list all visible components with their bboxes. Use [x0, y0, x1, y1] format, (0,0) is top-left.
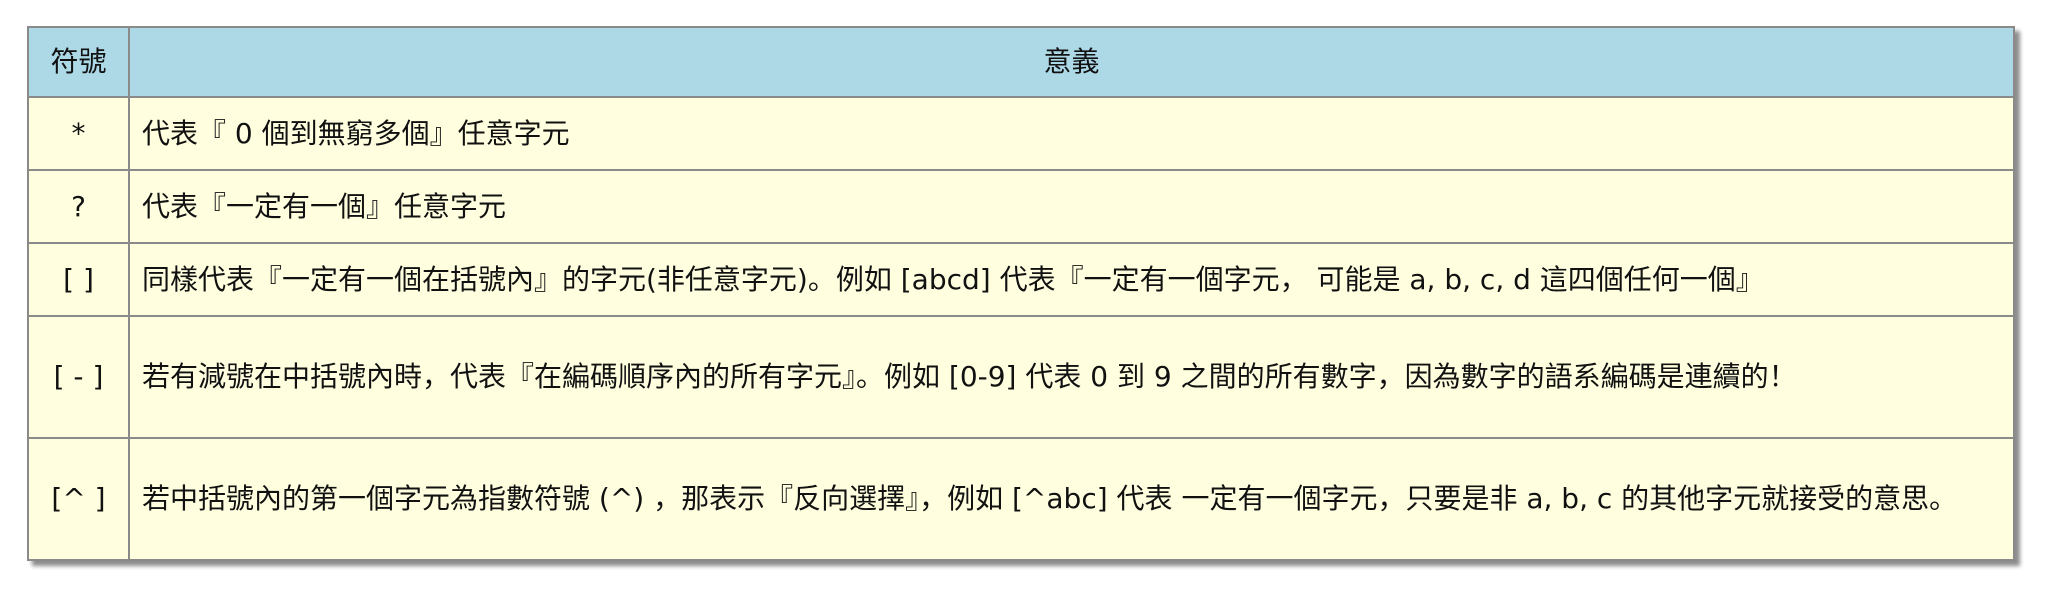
meaning-cell: 代表『 0 個到無窮多個』任意字元 [128, 96, 2015, 171]
symbol-cell: [^ ] [27, 437, 130, 561]
table-row: * 代表『 0 個到無窮多個』任意字元 [27, 96, 2015, 171]
header-meaning: 意義 [128, 26, 2015, 98]
meaning-cell: 同樣代表『一定有一個在括號內』的字元(非任意字元)。例如 [abcd] 代表『一… [128, 242, 2015, 317]
table-header-row: 符號 意義 [27, 26, 2015, 98]
header-symbol: 符號 [27, 26, 130, 98]
meaning-cell: 若中括號內的第一個字元為指數符號 (^) ，那表示『反向選擇』，例如 [^abc… [128, 437, 2015, 561]
meaning-cell: 若有減號在中括號內時，代表『在編碼順序內的所有字元』。例如 [0-9] 代表 0… [128, 315, 2015, 439]
wildcard-table: 符號 意義 * 代表『 0 個到無窮多個』任意字元 ? 代表『一定有一個』任意字… [27, 26, 2015, 561]
meaning-cell: 代表『一定有一個』任意字元 [128, 169, 2015, 244]
table-row: [ - ] 若有減號在中括號內時，代表『在編碼順序內的所有字元』。例如 [0-9… [27, 315, 2015, 439]
table-row: [^ ] 若中括號內的第一個字元為指數符號 (^) ，那表示『反向選擇』，例如 … [27, 437, 2015, 561]
symbol-cell: ? [27, 169, 130, 244]
table-row: [ ] 同樣代表『一定有一個在括號內』的字元(非任意字元)。例如 [abcd] … [27, 242, 2015, 317]
table-row: ? 代表『一定有一個』任意字元 [27, 169, 2015, 244]
symbol-cell: [ ] [27, 242, 130, 317]
symbol-cell: [ - ] [27, 315, 130, 439]
symbol-cell: * [27, 96, 130, 171]
wildcard-table-container: 符號 意義 * 代表『 0 個到無窮多個』任意字元 ? 代表『一定有一個』任意字… [27, 26, 2015, 561]
